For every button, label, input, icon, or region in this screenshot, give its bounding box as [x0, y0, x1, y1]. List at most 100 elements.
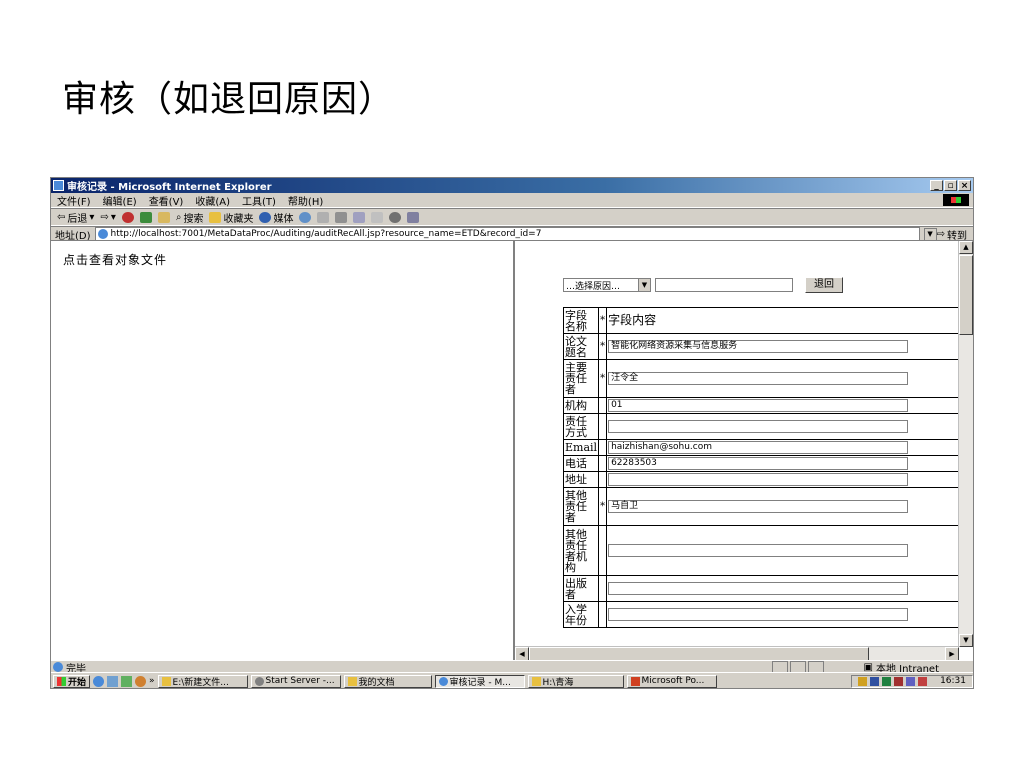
table-row: Email haizhishan@sohu.com	[562, 439, 971, 456]
field-input[interactable]: 62283503	[608, 457, 909, 470]
taskbar-item[interactable]: H:\青海	[527, 674, 624, 688]
table-header-row: 字段名称 * 字段内容	[562, 307, 971, 334]
minimize-button[interactable]: _	[930, 180, 943, 191]
field-input[interactable]: 01	[608, 399, 909, 412]
field-label: 电话	[562, 455, 600, 472]
start-button[interactable]: 开始	[53, 674, 91, 688]
required-star	[598, 439, 608, 456]
search-icon: ⌕	[175, 211, 182, 223]
back-button[interactable]: ⇦ 后退 ▾	[57, 210, 94, 225]
scroll-up-icon[interactable]: ▲	[959, 241, 973, 254]
required-star	[598, 575, 608, 602]
header-field-name: 字段名称	[562, 307, 600, 334]
chevron-down-icon: ▼	[638, 279, 650, 291]
discuss-icon[interactable]	[371, 211, 384, 223]
forward-button[interactable]: ⇨ ▾	[100, 212, 115, 223]
address-dropdown-button[interactable]: ▼	[923, 227, 937, 241]
system-tray: 16:31	[851, 674, 973, 688]
ie-window: 审核记录 - Microsoft Internet Explorer _ ▫ ×…	[50, 177, 974, 689]
field-input[interactable]	[608, 608, 909, 621]
address-bar: 地址(D) http://localhost:7001/MetaDataProc…	[51, 226, 973, 242]
menu-edit[interactable]: 编辑(E)	[103, 193, 137, 208]
taskbar-item[interactable]: E:\新建文件...	[157, 674, 248, 688]
toolbar: ⇦ 后退 ▾ ⇨ ▾ ⌕ 搜索 收藏夹 媒体	[51, 208, 973, 226]
menu-file[interactable]: 文件(F)	[57, 193, 91, 208]
research-icon[interactable]	[407, 211, 420, 223]
table-row: 电话 62283503	[562, 455, 971, 472]
reason-input[interactable]	[655, 278, 793, 292]
taskbar-item[interactable]: 我的文档	[343, 674, 432, 688]
scroll-thumb[interactable]	[529, 647, 869, 661]
field-input[interactable]: haizhishan@sohu.com	[608, 441, 909, 454]
favorites-button[interactable]: 收藏夹	[209, 210, 253, 225]
menu-tools[interactable]: 工具(T)	[242, 193, 276, 208]
folder-icon	[161, 676, 171, 686]
desktop-quicklaunch-icon[interactable]	[107, 675, 119, 687]
taskbar-item[interactable]: Microsoft Po...	[626, 674, 717, 688]
ie-icon	[438, 676, 448, 686]
field-input[interactable]	[608, 420, 909, 433]
chevron-down-icon: ▾	[89, 211, 95, 223]
field-label: 出版者	[562, 575, 600, 602]
table-row: 出版者	[562, 575, 971, 602]
taskbar-item[interactable]: Start Server -...	[250, 674, 341, 688]
menu-help[interactable]: 帮助(H)	[288, 193, 323, 208]
print-icon[interactable]	[335, 211, 348, 223]
field-input[interactable]	[608, 544, 909, 557]
table-row: 其他责任者 * 马自卫	[562, 487, 971, 526]
required-star: *	[598, 487, 608, 526]
mail-icon[interactable]	[317, 211, 330, 223]
menu-view[interactable]: 查看(V)	[149, 193, 184, 208]
field-input[interactable]: 马自卫	[608, 500, 909, 513]
clock: 16:31	[940, 676, 966, 686]
field-input[interactable]	[608, 582, 909, 595]
search-button[interactable]: ⌕ 搜索	[176, 210, 204, 225]
history-icon[interactable]	[299, 211, 312, 223]
vertical-scrollbar[interactable]: ▲ ▼	[958, 241, 973, 647]
intranet-icon: ▣	[863, 661, 873, 673]
media-button[interactable]: 媒体	[259, 210, 293, 225]
forward-arrow-icon: ⇨	[100, 211, 109, 223]
media-quicklaunch-icon[interactable]	[135, 675, 147, 687]
field-label: Email	[562, 439, 600, 456]
home-icon[interactable]	[157, 211, 170, 223]
tray-app-icon[interactable]	[918, 676, 928, 686]
reason-select[interactable]: …选择原因… ▼	[563, 278, 651, 292]
refresh-icon[interactable]	[139, 211, 152, 223]
tray-app-icon[interactable]	[906, 676, 916, 686]
ie-quicklaunch-icon[interactable]	[93, 675, 105, 687]
volume-icon[interactable]	[858, 676, 868, 686]
scroll-left-icon[interactable]: ◀	[515, 647, 529, 661]
network-icon[interactable]	[870, 676, 880, 686]
field-label: 主要责任者	[562, 359, 600, 398]
field-label: 其他责任者机构	[562, 525, 600, 576]
view-object-file-link[interactable]: 点击查看对象文件	[63, 251, 167, 268]
scroll-right-icon[interactable]: ▶	[945, 647, 959, 661]
chevron-down-icon: ▾	[110, 211, 116, 223]
app-quicklaunch-icon[interactable]	[121, 675, 133, 687]
table-row: 责任方式	[562, 413, 971, 440]
maximize-button[interactable]: ▫	[944, 180, 957, 191]
scroll-thumb[interactable]	[959, 255, 973, 335]
address-input[interactable]: http://localhost:7001/MetaDataProc/Audit…	[94, 227, 920, 241]
field-input[interactable]	[608, 473, 909, 486]
messenger-icon[interactable]	[389, 211, 402, 223]
table-row: 其他责任者机构	[562, 525, 971, 576]
header-star: *	[598, 307, 608, 334]
tray-app-icon[interactable]	[882, 676, 892, 686]
stop-icon[interactable]	[121, 211, 134, 223]
address-url: http://localhost:7001/MetaDataProc/Audit…	[110, 229, 542, 239]
taskbar-item-active[interactable]: 审核记录 - M...	[434, 674, 525, 688]
slide-title: 审核（如退回原因）	[62, 79, 396, 120]
ie-icon	[53, 180, 64, 191]
window-titlebar[interactable]: 审核记录 - Microsoft Internet Explorer _ ▫ ×	[51, 178, 973, 193]
tray-app-icon[interactable]	[894, 676, 904, 686]
quicklaunch-more-button[interactable]: »	[149, 676, 155, 686]
scroll-down-icon[interactable]: ▼	[959, 634, 973, 647]
close-button[interactable]: ×	[958, 180, 971, 191]
edit-icon[interactable]	[353, 211, 366, 223]
return-button[interactable]: 退回	[805, 277, 843, 293]
field-input[interactable]: 智能化网络资源采集与信息服务	[608, 340, 909, 353]
menu-favorites[interactable]: 收藏(A)	[195, 193, 230, 208]
field-input[interactable]: 汪令全	[608, 372, 909, 385]
